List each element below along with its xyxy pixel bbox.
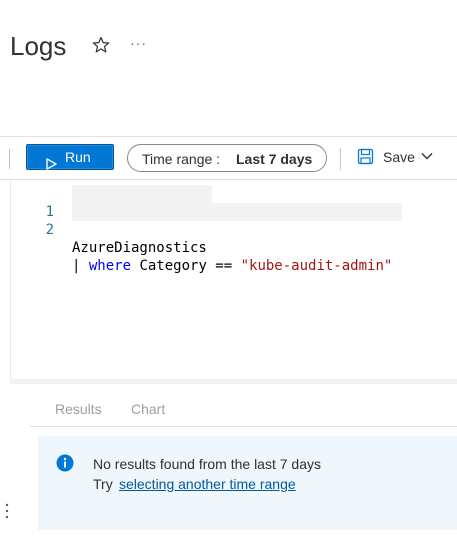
tab-chart[interactable]: Chart [131,401,165,417]
where-keyword: where [88,258,132,274]
tab-results[interactable]: Results [55,401,102,417]
query-editor[interactable]: 1 AzureDiagnostics 2 | where Category ==… [10,180,457,380]
no-results-message-bar: No results found from the last 7 days Tr… [38,436,457,530]
string-literal: "kube-audit-admin" [240,258,393,274]
run-button[interactable]: Run [26,144,114,170]
code-text: | where Category == "kube-audit-admin" [72,257,392,275]
code-text: AzureDiagnostics [72,240,207,256]
more-icon[interactable]: ··· [130,36,148,54]
line-number: 2 [45,222,54,238]
line-highlight [72,203,402,221]
pane-splitter[interactable] [10,379,457,384]
star-icon[interactable] [92,36,110,54]
logs-page: Logs ··· Run Time range : Last 7 days Sa… [0,0,457,541]
select-time-range-link[interactable]: selecting another time range [119,476,296,492]
editor-line: 2 | where Category == "kube-audit-admin" [10,203,402,274]
time-range-label: Time range : [142,151,221,167]
toolbar-divider [9,149,10,169]
play-icon [45,152,57,178]
time-range-picker[interactable]: Time range : Last 7 days [127,144,327,172]
results-tabs: Results Chart [30,398,457,427]
try-text: Try [93,476,113,492]
info-icon [56,454,74,477]
time-range-value: Last 7 days [236,151,313,167]
toolbar-divider [340,148,341,170]
editor-line: 1 AzureDiagnostics [10,185,212,256]
save-button[interactable]: Save [383,148,415,166]
chevron-down-icon[interactable] [420,149,434,168]
pipe-operator: | [72,258,89,274]
drag-handle-icon[interactable] [5,503,11,519]
query-toolbar: Run Time range : Last 7 days Save [0,136,457,180]
no-results-text: No results found from the last 7 days [93,456,321,472]
run-label: Run [65,149,91,165]
line-highlight [72,185,212,203]
save-icon[interactable] [357,148,374,170]
code-expression: Category == [131,258,241,274]
page-title: Logs [10,31,67,61]
